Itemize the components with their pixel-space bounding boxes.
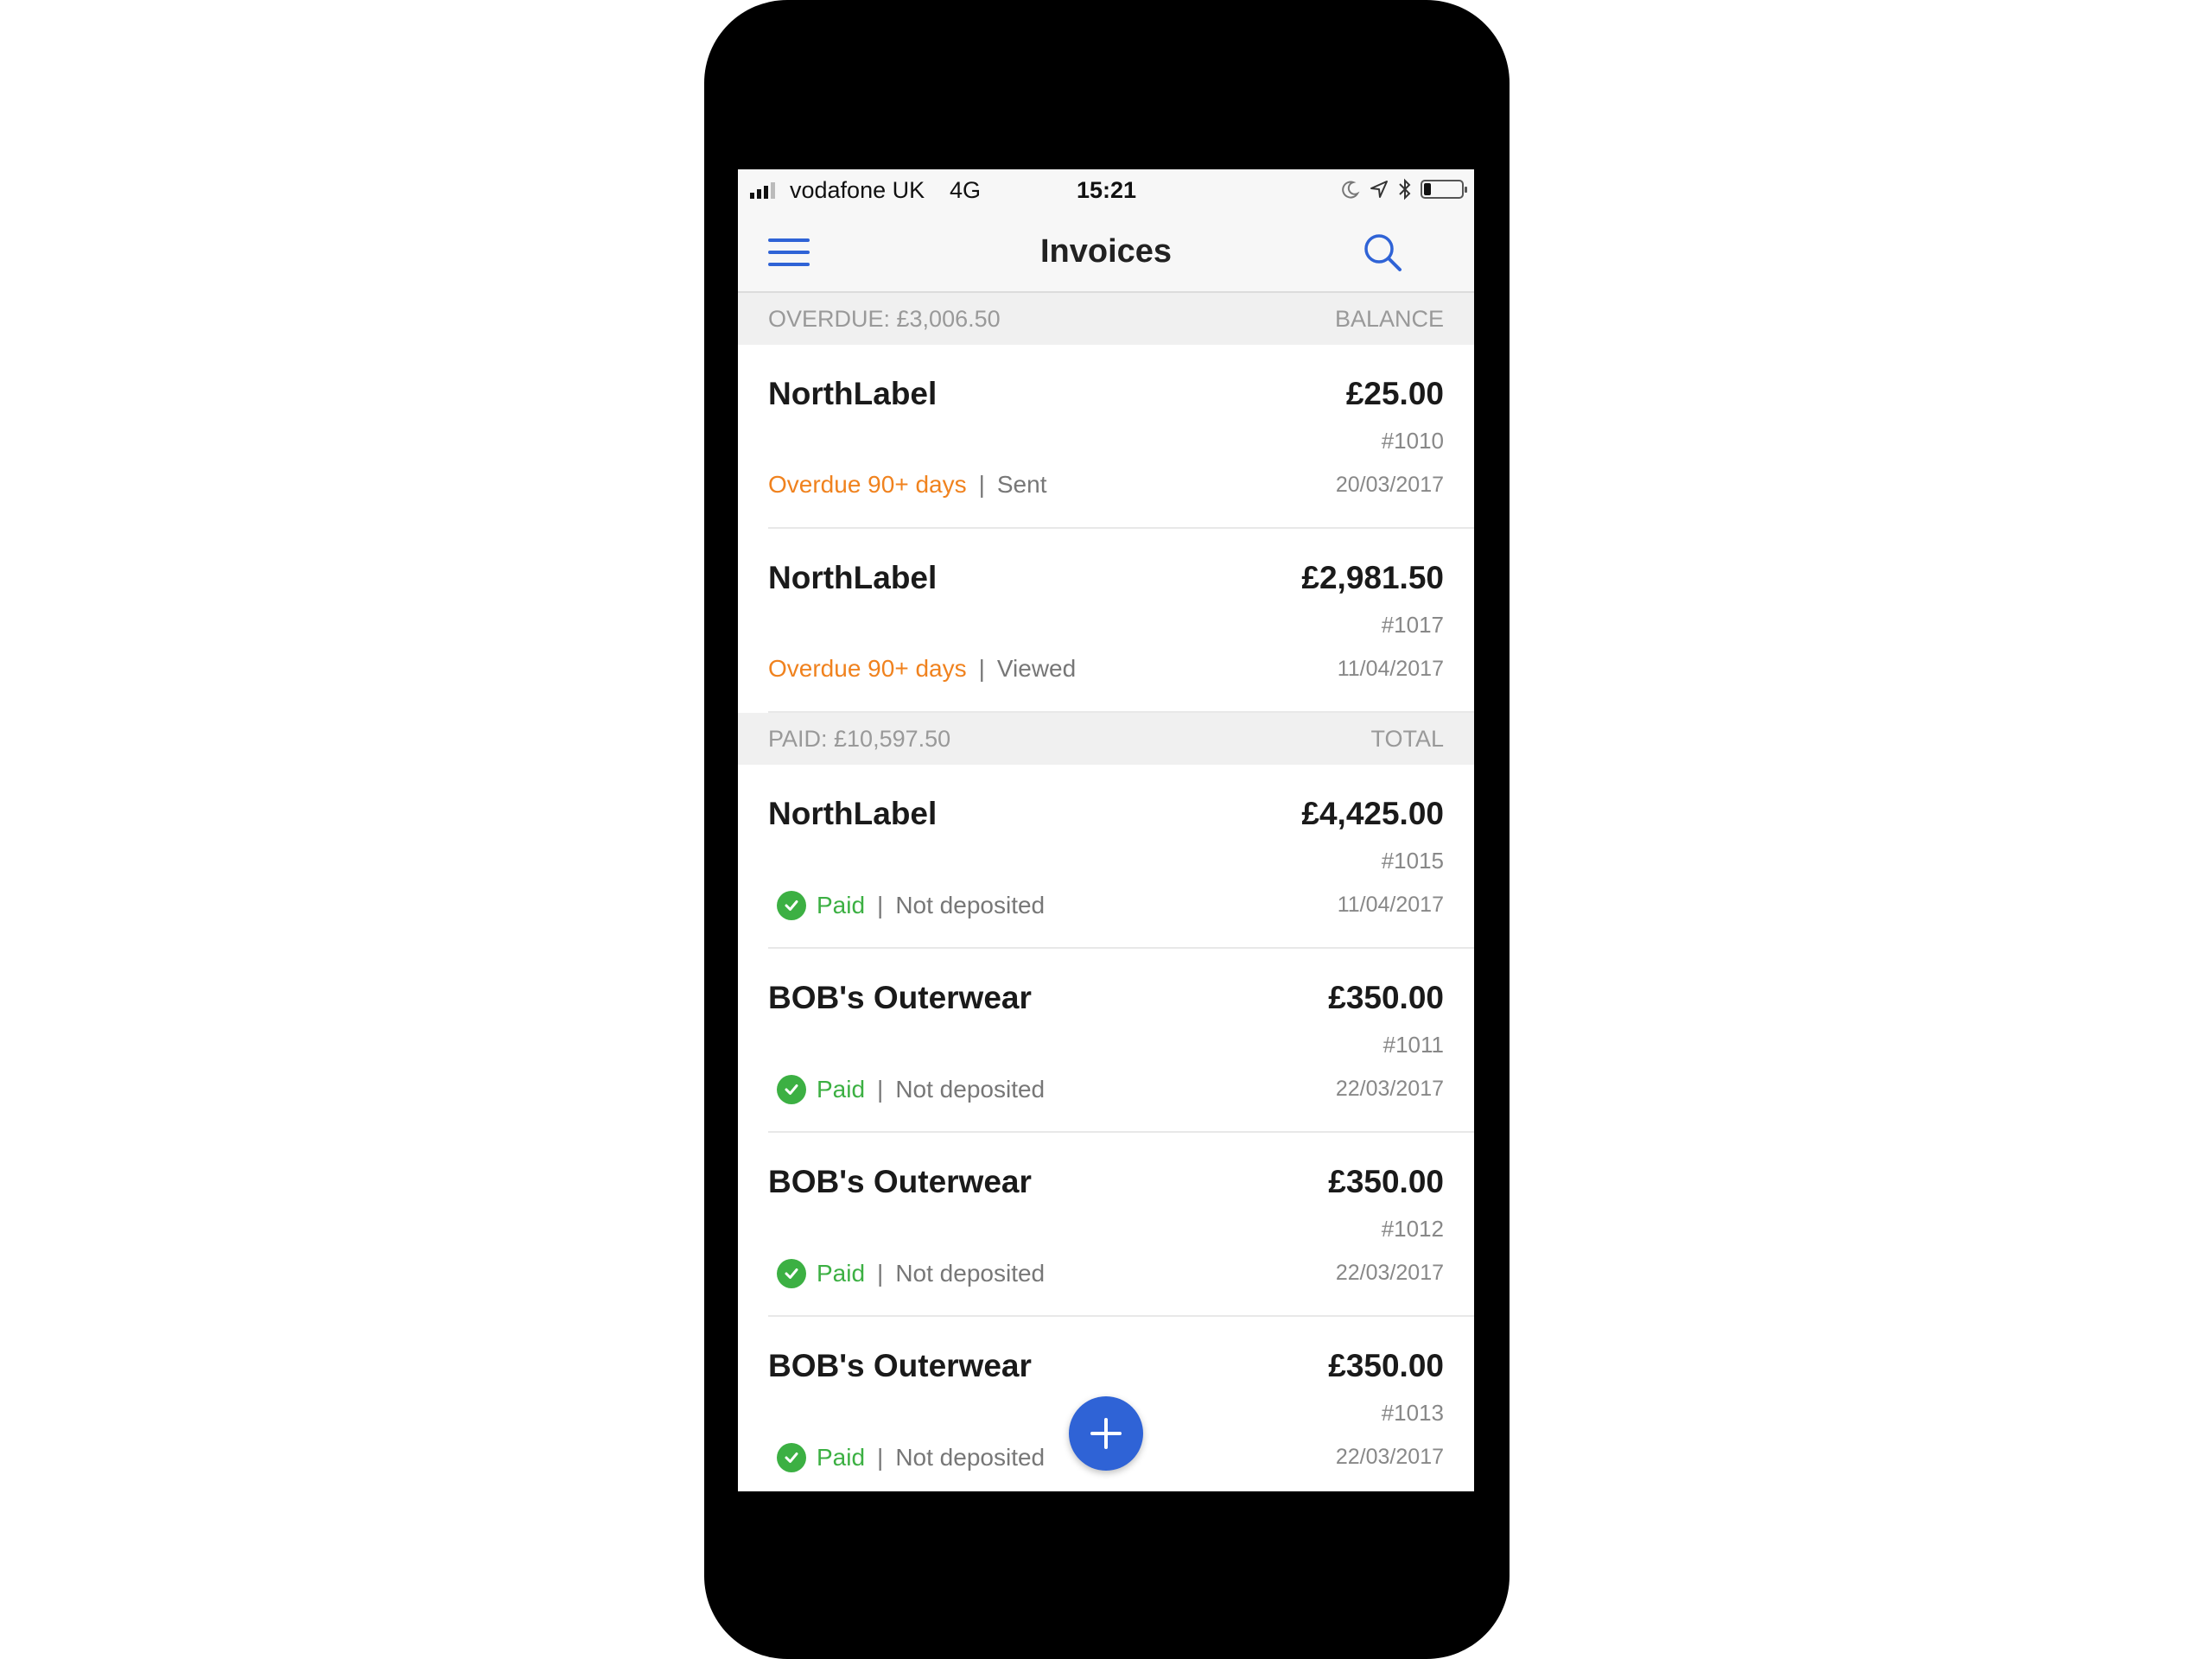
check-circle-icon [777, 1443, 806, 1472]
invoice-list: OVERDUE: £3,006.50 BALANCE NorthLabel £25.0… [738, 293, 1474, 1491]
invoice-status: Paid [817, 1260, 866, 1287]
invoice-customer: BOB's Outerwear [768, 1348, 1032, 1383]
network-type: 4G [950, 177, 982, 203]
invoice-date: 11/04/2017 [1337, 657, 1444, 681]
search-icon[interactable] [1360, 230, 1405, 275]
invoice-customer: NorthLabel [768, 560, 938, 595]
invoice-status: Overdue 90+ days [768, 655, 967, 682]
invoice-status: Overdue 90+ days [768, 471, 967, 498]
check-circle-icon [777, 1259, 806, 1288]
invoice-status-line: Paid | Not deposited [768, 1259, 1045, 1288]
invoice-row[interactable]: NorthLabel £2,981.50 #1017 Overdue 90+ days… [738, 529, 1474, 713]
invoice-customer: NorthLabel [768, 376, 938, 411]
invoice-date: 11/04/2017 [1337, 893, 1444, 917]
carrier-name: vodafone UK [790, 177, 925, 203]
section-column-label: TOTAL [1370, 725, 1444, 752]
invoice-sub-status: Not deposited [895, 1444, 1046, 1471]
invoice-date: 22/03/2017 [1335, 1077, 1444, 1101]
invoice-status: Paid [817, 1444, 866, 1471]
invoice-status-line: Overdue 90+ days | Viewed [768, 655, 1076, 683]
invoice-row[interactable]: BOB's Outerwear £350.00 #1012 Paid | Not depo… [738, 1133, 1474, 1317]
location-arrow-icon [1370, 181, 1388, 198]
bluetooth-icon [1399, 178, 1411, 200]
check-circle-icon [777, 1075, 806, 1104]
invoice-date: 20/03/2017 [1335, 473, 1444, 497]
invoice-amount: £350.00 [1328, 1348, 1444, 1383]
status-separator: | [877, 1076, 884, 1103]
section-header: OVERDUE: £3,006.50 BALANCE [738, 293, 1474, 345]
status-separator: | [978, 655, 985, 682]
invoice-status: Paid [817, 892, 866, 918]
invoice-status: Paid [817, 1076, 866, 1103]
plus-icon [1090, 1418, 1122, 1449]
status-separator: | [877, 1260, 884, 1287]
section-column-label: BALANCE [1334, 305, 1444, 332]
invoice-amount: £25.00 [1345, 376, 1444, 411]
invoice-row[interactable]: BOB's Outerwear £350.00 #1011 Paid | Not depo… [738, 949, 1474, 1133]
status-icons [1341, 178, 1467, 200]
invoice-customer: BOB's Outerwear [768, 1164, 1032, 1199]
invoice-amount: £350.00 [1328, 1164, 1444, 1199]
invoice-row[interactable]: NorthLabel £4,425.00 #1015 Paid | Not deposit… [738, 765, 1474, 949]
invoice-number: #1012 [1381, 1216, 1444, 1242]
invoice-number: #1013 [1381, 1400, 1444, 1426]
invoice-sub-status: Not deposited [895, 1076, 1046, 1103]
section-summary: PAID: £10,597.50 [768, 725, 951, 752]
app-screen: vodafone UK 4G 15:21 Invoices OVERDUE: £… [738, 169, 1474, 1491]
invoice-status-line: Paid | Not deposited [768, 891, 1045, 920]
invoice-sub-status: Viewed [996, 655, 1077, 682]
invoice-date: 22/03/2017 [1335, 1445, 1444, 1469]
invoice-status-line: Paid | Not deposited [768, 1075, 1045, 1104]
invoice-amount: £2,981.50 [1301, 560, 1444, 595]
invoice-status-line: Paid | Not deposited [768, 1443, 1045, 1472]
invoice-row[interactable]: NorthLabel £25.00 #1010 Overdue 90+ days | Se… [738, 345, 1474, 529]
signal-strength-icon [750, 181, 775, 199]
invoice-customer: NorthLabel [768, 796, 938, 831]
status-separator: | [877, 892, 884, 918]
status-time: 15:21 [1077, 177, 1137, 203]
section-header: PAID: £10,597.50 TOTAL [738, 713, 1474, 765]
invoice-sub-status: Not deposited [895, 1260, 1046, 1287]
check-circle-icon [777, 891, 806, 920]
invoice-number: #1015 [1381, 848, 1444, 874]
status-separator: | [978, 471, 985, 498]
status-bar: vodafone UK 4G 15:21 [738, 169, 1474, 213]
navigation-bar: Invoices [738, 213, 1474, 293]
invoice-sub-status: Sent [996, 471, 1047, 498]
invoice-number: #1011 [1382, 1032, 1444, 1058]
invoice-amount: £350.00 [1328, 980, 1444, 1015]
invoice-sub-status: Not deposited [895, 892, 1046, 918]
invoice-customer: BOB's Outerwear [768, 980, 1032, 1015]
status-separator: | [877, 1444, 884, 1471]
invoice-status-line: Overdue 90+ days | Sent [768, 471, 1046, 499]
invoice-number: #1010 [1381, 428, 1444, 454]
add-invoice-button[interactable] [1069, 1396, 1143, 1471]
invoice-amount: £4,425.00 [1301, 796, 1444, 831]
section-summary: OVERDUE: £3,006.50 [768, 305, 1001, 332]
invoice-date: 22/03/2017 [1335, 1261, 1444, 1285]
battery-icon [1421, 180, 1467, 199]
invoice-number: #1017 [1381, 612, 1444, 638]
moon-icon [1342, 181, 1360, 199]
